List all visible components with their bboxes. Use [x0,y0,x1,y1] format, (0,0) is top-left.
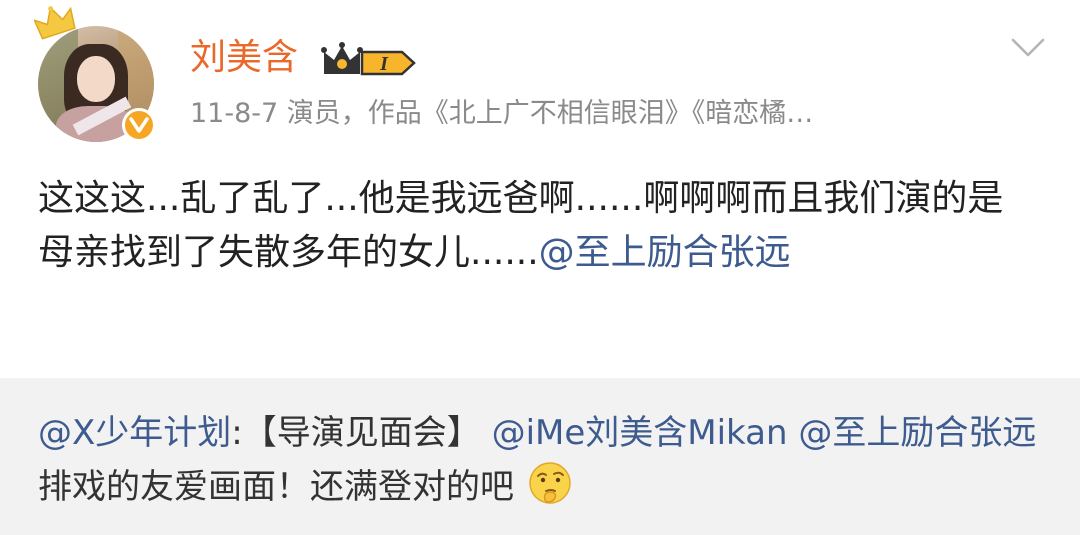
repost-text-prefix: :【导演见面会】 [231,413,481,453]
repost-content: @X少年计划:【导演见面会】 @iMe刘美含Mikan @至上励合张远 排戏的友… [38,406,1048,514]
mention-link[interactable]: @至上励合张远 [539,232,791,273]
weibo-post: 刘美含 I 11-8-7 演员，作品《北上广不相信眼泪》《暗恋橘… 这这这...… [0,0,1080,380]
vip-badge-icon[interactable]: I [320,40,416,78]
repost-text-body: 排戏的友爱画面！还满登对的吧 [38,467,514,507]
repost-mention-zhangyuan[interactable]: @至上励合张远 [798,413,1036,453]
thinking-face-emoji-icon [529,462,571,504]
post-meta: 11-8-7 演员，作品《北上广不相信眼泪》《暗恋橘… [190,98,814,129]
post-content: 这这这...乱了乱了...他是我远爸啊......啊啊啊而且我们演的是母亲找到了… [38,172,1038,280]
verified-icon [122,108,156,142]
repost-mention-author[interactable]: @X少年计划 [38,413,231,453]
avatar-container[interactable] [34,6,156,142]
chevron-down-icon[interactable] [1010,36,1046,60]
svg-text:I: I [379,53,389,75]
crown-icon [34,6,76,40]
user-name[interactable]: 刘美含 [190,36,298,80]
repost-mention-user[interactable]: @iMe刘美含Mikan [492,413,788,453]
repost-block[interactable]: @X少年计划:【导演见面会】 @iMe刘美含Mikan @至上励合张远 排戏的友… [0,378,1080,535]
post-text: 这这这...乱了乱了...他是我远爸啊......啊啊啊而且我们演的是母亲找到了… [38,178,1004,273]
